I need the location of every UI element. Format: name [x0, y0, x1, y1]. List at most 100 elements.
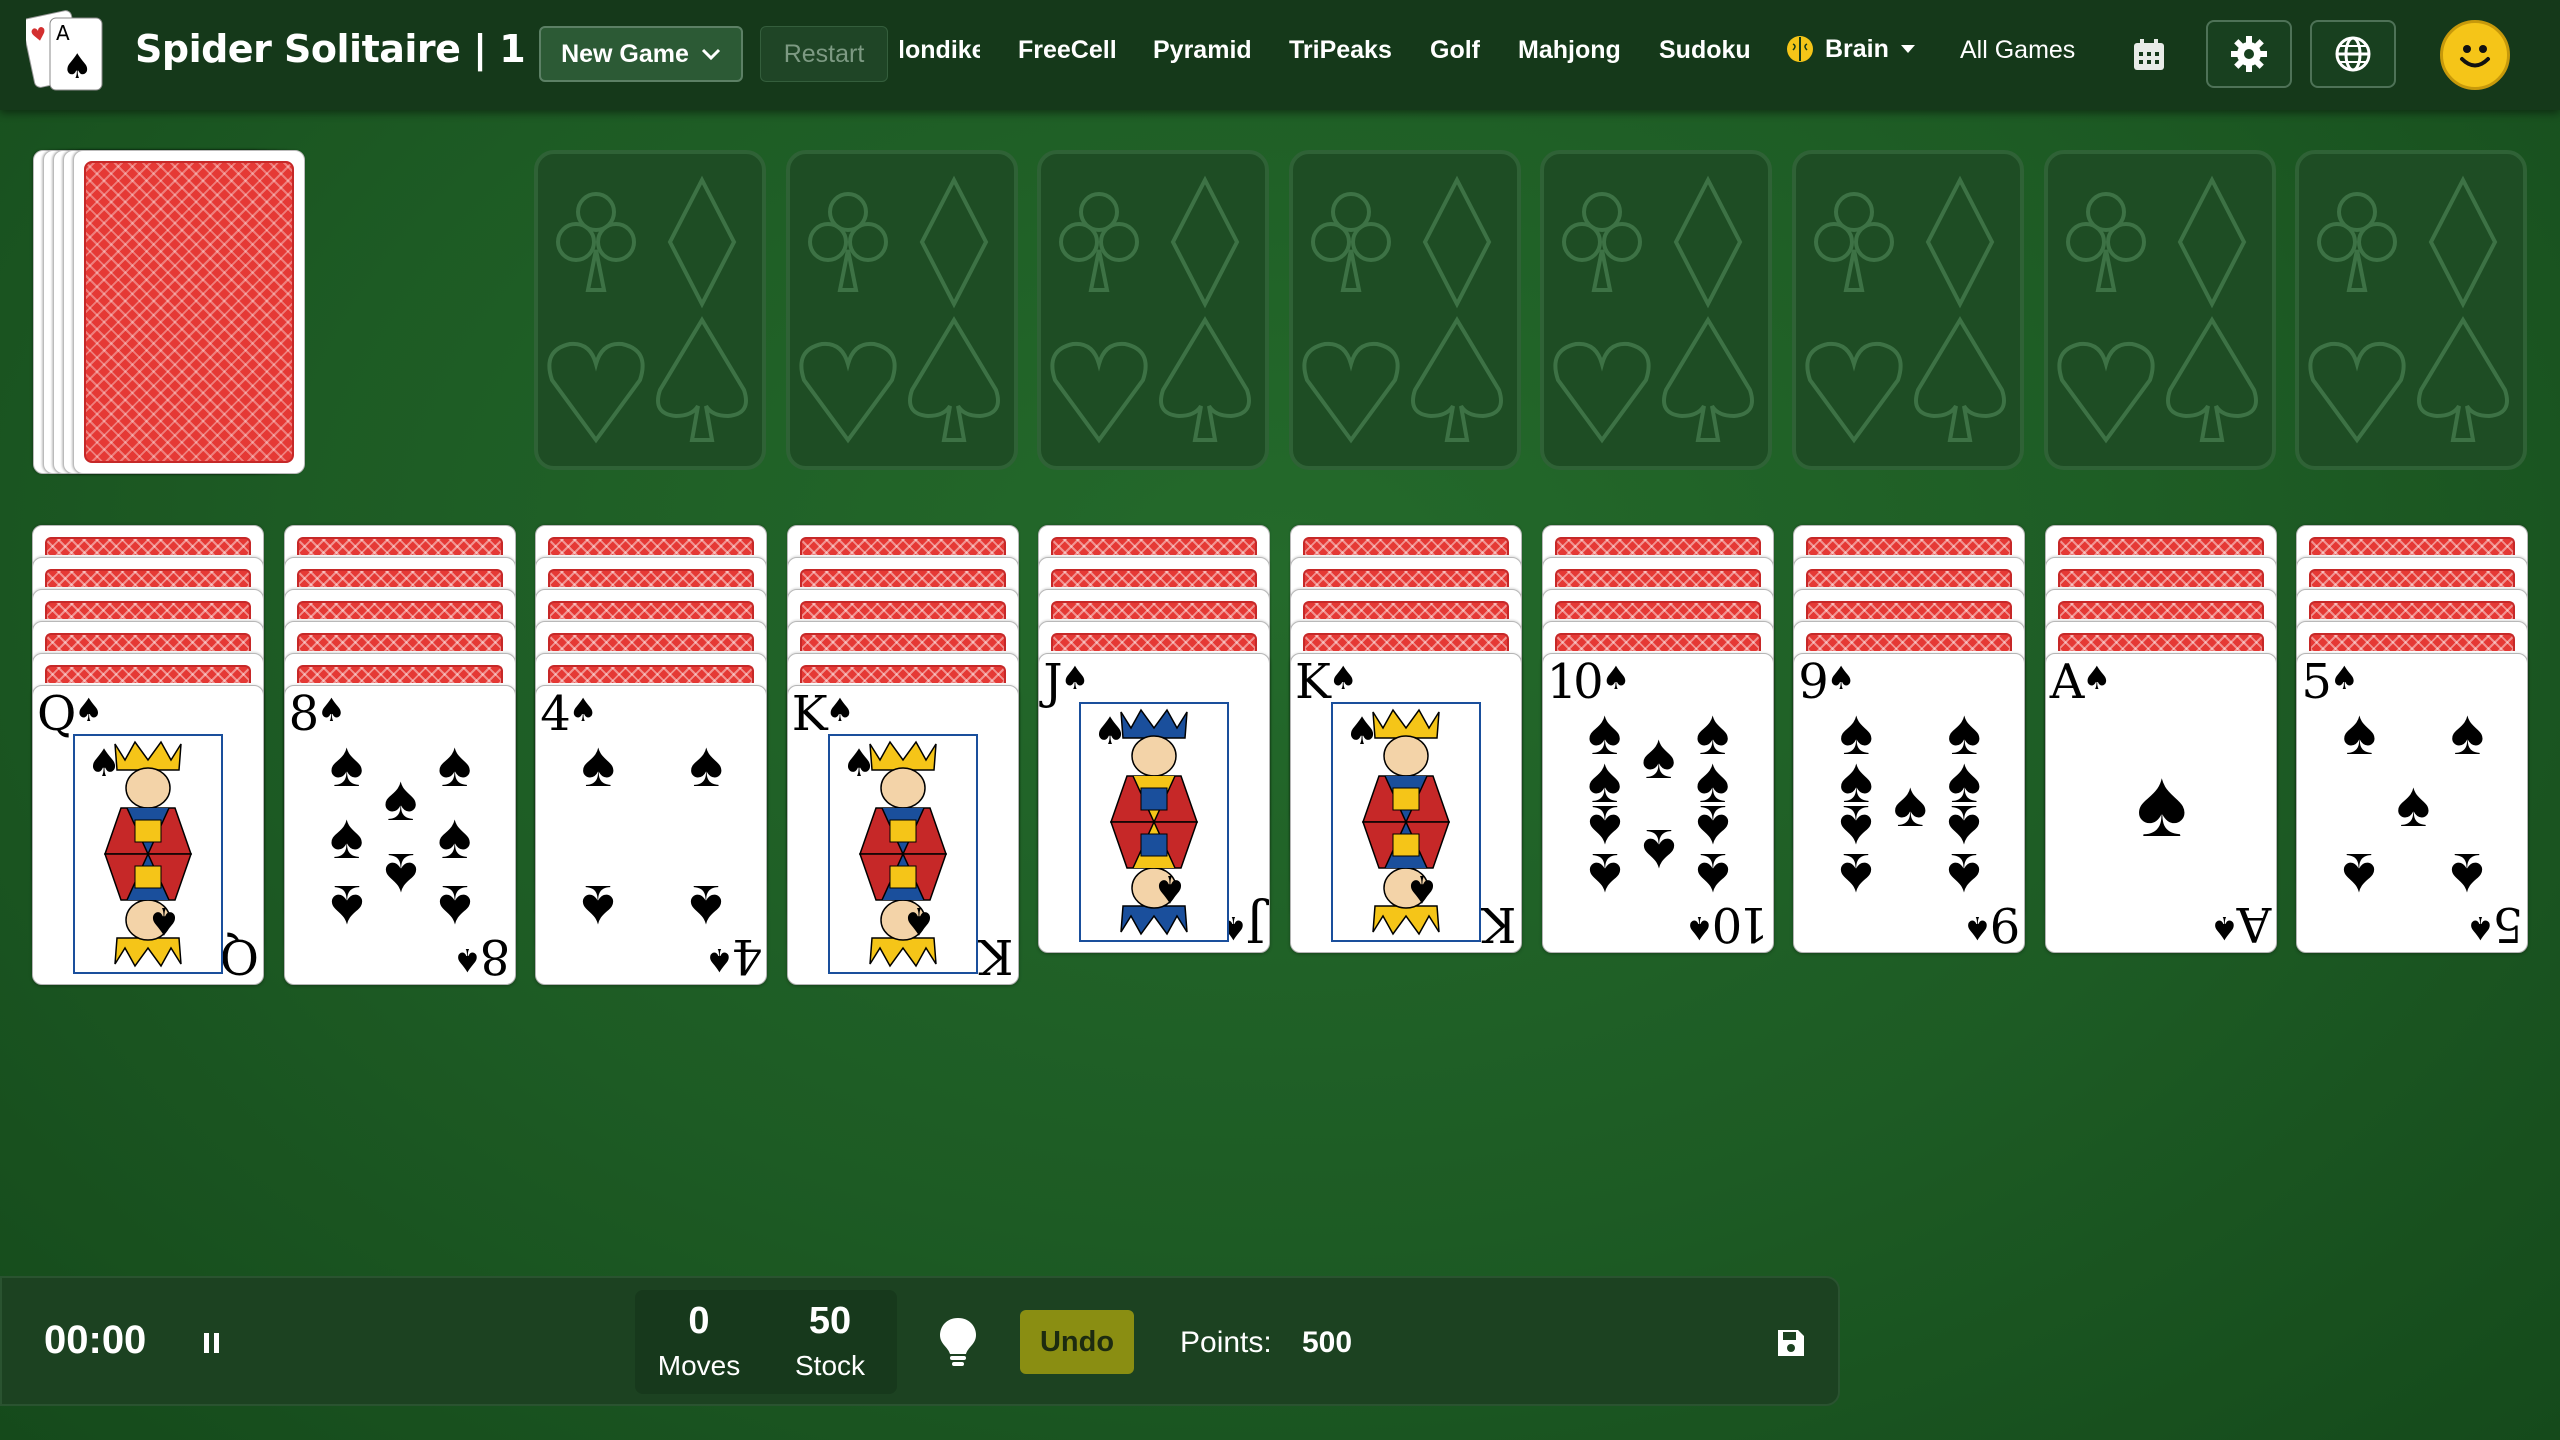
face-up-card[interactable]: 10 ♠ 10 ♠ ♠ ♠ ♠ ♠ ♠ ♠ ♠ ♠ ♠ ♠ [1541, 653, 1774, 953]
nav-link-mahjong[interactable]: Mahjong [1518, 36, 1621, 65]
svg-text:♠: ♠ [62, 47, 92, 87]
nav-klondike-label: Klondike [900, 36, 980, 64]
card-rank: K [1295, 654, 1331, 710]
card-back-pattern [1554, 633, 1761, 651]
spade-icon: ♠ [1826, 659, 1856, 697]
pause-button[interactable] [202, 1331, 222, 1360]
foundation-slot[interactable] [534, 150, 766, 470]
spade-icon: ♠ [74, 691, 104, 729]
caret-down-icon [1900, 45, 1915, 53]
moves-label: Moves [657, 1350, 741, 1381]
card-back-pattern [799, 601, 1006, 619]
card-back-pattern [2309, 633, 2516, 651]
save-icon [1778, 1330, 1804, 1356]
card-rank: 5 [2496, 896, 2524, 952]
restart-button[interactable]: Restart [760, 26, 888, 82]
spade-icon: ♠ [1060, 659, 1090, 697]
card-rank: 4 [735, 928, 763, 984]
nav-link-golf[interactable]: Golf [1430, 36, 1480, 65]
spade-icon: ♠ [437, 872, 472, 944]
hint-button[interactable] [938, 1316, 978, 1373]
card-rank: Q [37, 686, 76, 742]
undo-button[interactable]: Undo [1020, 1310, 1134, 1374]
nav-link-pyramid[interactable]: Pyramid [1153, 36, 1252, 65]
card-back-pattern [548, 569, 755, 587]
card-rank: K [981, 928, 1014, 984]
tableau-column[interactable]: 8 ♠ 8 ♠ ♠ ♠ ♠ ♠ ♠ ♠ ♠ ♠ [283, 525, 516, 1025]
card-back-pattern [45, 601, 251, 619]
tableau-column[interactable]: Q♠Q♠ ♠ ♠ [32, 525, 264, 1025]
lightbulb-icon [940, 1318, 976, 1366]
card-rank: 9 [1993, 896, 2021, 952]
svg-text:♠: ♠ [1093, 709, 1127, 753]
svg-text:♠: ♠ [842, 741, 876, 785]
face-up-card[interactable]: K♠K♠ ♠ ♠ [786, 685, 1019, 985]
foundation-slot[interactable] [1288, 150, 1521, 470]
face-up-card[interactable]: 4 ♠ 4 ♠ ♠ ♠ ♠ ♠ [535, 685, 768, 985]
face-up-card[interactable]: A ♠ A ♠ ♠ [2044, 653, 2277, 953]
foundation-slot[interactable] [2295, 150, 2528, 470]
foundation-slot[interactable] [1540, 150, 1773, 470]
spade-icon: ♠ [2082, 659, 2112, 697]
spade-icon: ♠ [383, 762, 418, 834]
site-logo[interactable]: ♥ A ♠ [21, 8, 112, 98]
nav-link-sudoku[interactable]: Sudoku [1659, 36, 1751, 65]
calendar-icon[interactable] [2132, 38, 2166, 77]
user-avatar[interactable] [2440, 20, 2510, 90]
tableau-column[interactable]: J ♠ J ♠ ♠ ♠ [1038, 525, 1271, 1025]
card-back-pattern [799, 537, 1006, 555]
language-button[interactable] [2310, 20, 2396, 88]
spade-icon: ♠ [1601, 659, 1631, 697]
card-back-pattern [2057, 633, 2264, 651]
tableau-column[interactable]: 4 ♠ 4 ♠ ♠ ♠ ♠ ♠ [535, 525, 768, 1025]
save-button[interactable] [1776, 1328, 1806, 1363]
face-up-card[interactable]: K♠K♠ ♠ ♠ [1290, 653, 1522, 953]
face-up-card[interactable]: 5 ♠ 5 ♠ ♠ ♠ ♠ ♠ ♠ [2296, 653, 2529, 953]
face-up-card[interactable]: 9 ♠ 9 ♠ ♠ ♠ ♠ ♠ ♠ ♠ ♠ ♠ ♠ [1793, 653, 2026, 953]
foundation-slot[interactable] [785, 150, 1018, 470]
tableau-column[interactable]: K♠K♠ ♠ ♠ [786, 525, 1019, 1025]
foundation-slot[interactable] [1792, 150, 2024, 470]
brain-icon [1787, 36, 1813, 62]
spade-icon: ♠ [581, 728, 616, 800]
nav-link-tripeaks[interactable]: TriPeaks [1289, 36, 1392, 65]
tableau-column[interactable]: 5 ♠ 5 ♠ ♠ ♠ ♠ ♠ ♠ [2296, 525, 2529, 1025]
card-rank: 8 [288, 686, 319, 742]
spade-icon: ♠ [2342, 840, 2377, 912]
card-rank: K [1485, 896, 1517, 952]
spade-icon: ♠ [2396, 768, 2431, 840]
tableau-column[interactable]: 10 ♠ 10 ♠ ♠ ♠ ♠ ♠ ♠ ♠ ♠ ♠ ♠ ♠ [1541, 525, 1774, 1025]
card-back-pattern [1303, 569, 1509, 587]
foundation-slot[interactable] [2043, 150, 2276, 470]
nav-link-all-games[interactable]: All Games [1960, 36, 2075, 65]
card-rank: K [791, 686, 828, 742]
tableau-column[interactable]: 9 ♠ 9 ♠ ♠ ♠ ♠ ♠ ♠ ♠ ♠ ♠ ♠ [1793, 525, 2026, 1025]
status-bar: 00:00 0 Moves 50 Stock Undo Points: 500 [0, 1276, 1840, 1406]
card-back-pattern [45, 569, 251, 587]
points-label: Points: [1180, 1326, 1272, 1359]
card-back-pattern [2309, 601, 2516, 619]
card-corner-index: Q♠ [37, 690, 103, 738]
spade-icon: ♠ [1684, 909, 1714, 947]
chevron-down-icon [701, 48, 720, 61]
tableau-column[interactable]: A ♠ A ♠ ♠ [2044, 525, 2277, 1025]
card-back-pattern [2057, 537, 2264, 555]
face-up-card[interactable]: Q♠Q♠ ♠ ♠ [32, 685, 264, 985]
spade-icon: ♠ [383, 840, 418, 912]
card-back-pattern [2309, 569, 2516, 587]
new-game-button[interactable]: New Game [539, 26, 743, 82]
face-up-card[interactable]: 8 ♠ 8 ♠ ♠ ♠ ♠ ♠ ♠ ♠ ♠ ♠ [283, 685, 516, 985]
nav-brain-dropdown[interactable]: Brain [1785, 34, 1917, 64]
settings-button[interactable] [2206, 20, 2292, 88]
nav-link-freecell[interactable]: FreeCell [1018, 36, 1117, 65]
stock-card[interactable] [73, 150, 305, 474]
tableau-column[interactable]: K♠K♠ ♠ ♠ [1290, 525, 1522, 1025]
foundation-slot[interactable] [1037, 150, 1270, 470]
undo-label: Undo [1039, 1325, 1115, 1358]
card-back-pattern [1051, 569, 1258, 587]
nav-link-klondike[interactable]: Klondike [900, 36, 980, 65]
face-up-card[interactable]: J ♠ J ♠ ♠ ♠ [1038, 653, 1271, 953]
spade-icon: ♠ [2450, 696, 2485, 768]
card-back-pattern [1806, 569, 2013, 587]
spade-icon: ♠ [1695, 840, 1730, 912]
